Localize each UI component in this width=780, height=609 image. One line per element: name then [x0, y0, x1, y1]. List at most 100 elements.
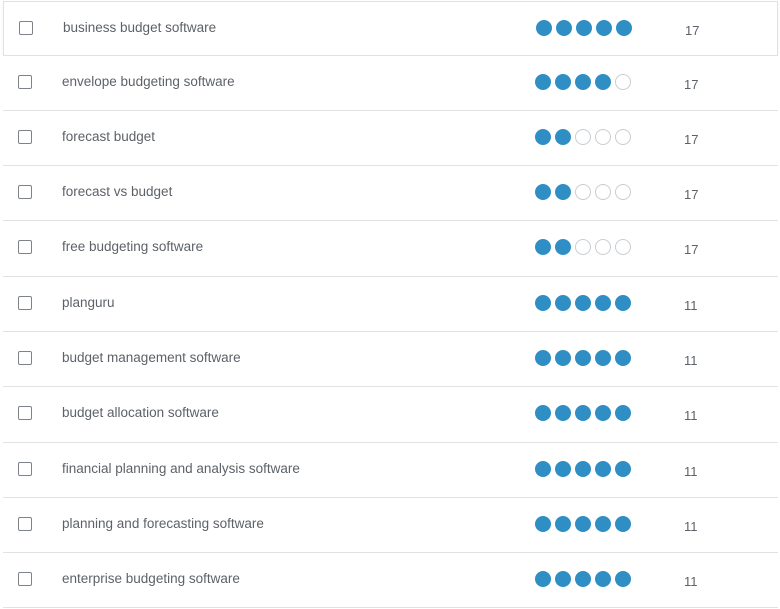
keyword-row[interactable]: budget allocation software 11 — [3, 386, 778, 441]
keyword-label[interactable]: financial planning and analysis software — [62, 461, 300, 476]
filled-dot-icon — [535, 74, 551, 90]
keyword-row[interactable]: financial planning and analysis software… — [3, 442, 778, 497]
keyword-label[interactable]: enterprise budgeting software — [62, 571, 240, 586]
empty-dot-icon — [615, 129, 631, 145]
keyword-list: business budget software 17 envelope budge… — [0, 0, 780, 609]
empty-dot-icon — [575, 184, 591, 200]
filled-dot-icon — [535, 461, 551, 477]
filled-dot-icon — [555, 129, 571, 145]
filled-dot-icon — [555, 516, 571, 532]
filled-dot-icon — [575, 571, 591, 587]
search-volume: 11 — [684, 353, 698, 368]
filled-dot-icon — [535, 350, 551, 366]
filled-dot-icon — [535, 405, 551, 421]
filled-dot-icon — [555, 74, 571, 90]
keyword-row[interactable]: free budgeting software 17 — [3, 220, 778, 275]
search-volume: 11 — [684, 574, 698, 589]
difficulty-rating — [535, 461, 631, 477]
empty-dot-icon — [615, 239, 631, 255]
keyword-label[interactable]: forecast vs budget — [62, 184, 172, 199]
filled-dot-icon — [595, 405, 611, 421]
difficulty-rating — [535, 405, 631, 421]
search-volume: 11 — [684, 298, 698, 313]
keyword-row[interactable]: envelope budgeting software 17 — [3, 55, 778, 110]
filled-dot-icon — [556, 20, 572, 36]
filled-dot-icon — [535, 184, 551, 200]
filled-dot-icon — [555, 295, 571, 311]
row-checkbox[interactable] — [18, 351, 32, 365]
filled-dot-icon — [555, 405, 571, 421]
empty-dot-icon — [575, 129, 591, 145]
keyword-row[interactable]: planguru 11 — [3, 276, 778, 331]
empty-dot-icon — [595, 184, 611, 200]
filled-dot-icon — [575, 350, 591, 366]
filled-dot-icon — [575, 295, 591, 311]
difficulty-rating — [535, 74, 631, 90]
empty-dot-icon — [615, 74, 631, 90]
filled-dot-icon — [615, 571, 631, 587]
row-checkbox[interactable] — [18, 462, 32, 476]
row-checkbox[interactable] — [18, 240, 32, 254]
filled-dot-icon — [596, 20, 612, 36]
row-checkbox[interactable] — [18, 130, 32, 144]
filled-dot-icon — [615, 295, 631, 311]
filled-dot-icon — [595, 571, 611, 587]
keyword-label[interactable]: business budget software — [63, 20, 216, 35]
keyword-label[interactable]: envelope budgeting software — [62, 74, 235, 89]
search-volume: 11 — [684, 464, 698, 479]
row-checkbox[interactable] — [18, 517, 32, 531]
filled-dot-icon — [615, 405, 631, 421]
difficulty-rating — [535, 295, 631, 311]
search-volume: 17 — [684, 132, 699, 147]
keyword-label[interactable]: free budgeting software — [62, 239, 203, 254]
difficulty-rating — [535, 129, 631, 145]
keyword-row[interactable]: planning and forecasting software 11 — [3, 497, 778, 552]
keyword-label[interactable]: forecast budget — [62, 129, 155, 144]
difficulty-rating — [536, 20, 632, 36]
filled-dot-icon — [575, 405, 591, 421]
filled-dot-icon — [615, 350, 631, 366]
filled-dot-icon — [595, 295, 611, 311]
row-checkbox[interactable] — [18, 75, 32, 89]
filled-dot-icon — [535, 516, 551, 532]
row-checkbox[interactable] — [19, 21, 33, 35]
filled-dot-icon — [595, 350, 611, 366]
difficulty-rating — [535, 239, 631, 255]
keyword-row[interactable]: forecast budget 17 — [3, 110, 778, 165]
filled-dot-icon — [595, 461, 611, 477]
search-volume: 17 — [684, 187, 699, 202]
filled-dot-icon — [555, 239, 571, 255]
filled-dot-icon — [535, 239, 551, 255]
keyword-row[interactable]: budget management software 11 — [3, 331, 778, 386]
empty-dot-icon — [595, 239, 611, 255]
filled-dot-icon — [555, 571, 571, 587]
search-volume: 11 — [684, 519, 698, 534]
row-checkbox[interactable] — [18, 185, 32, 199]
keyword-row[interactable]: forecast vs budget 17 — [3, 165, 778, 220]
keyword-row[interactable]: business budget software 17 — [3, 1, 778, 56]
filled-dot-icon — [535, 295, 551, 311]
difficulty-rating — [535, 350, 631, 366]
difficulty-rating — [535, 184, 631, 200]
filled-dot-icon — [555, 461, 571, 477]
keyword-label[interactable]: budget allocation software — [62, 405, 219, 420]
filled-dot-icon — [536, 20, 552, 36]
filled-dot-icon — [575, 461, 591, 477]
row-checkbox[interactable] — [18, 296, 32, 310]
empty-dot-icon — [595, 129, 611, 145]
row-checkbox[interactable] — [18, 572, 32, 586]
filled-dot-icon — [616, 20, 632, 36]
filled-dot-icon — [555, 350, 571, 366]
filled-dot-icon — [575, 74, 591, 90]
search-volume: 11 — [684, 408, 698, 423]
search-volume: 17 — [684, 77, 699, 92]
empty-dot-icon — [615, 184, 631, 200]
row-checkbox[interactable] — [18, 406, 32, 420]
keyword-label[interactable]: planning and forecasting software — [62, 516, 264, 531]
keyword-row[interactable]: enterprise budgeting software 11 — [3, 552, 778, 607]
keyword-label[interactable]: budget management software — [62, 350, 241, 365]
empty-dot-icon — [575, 239, 591, 255]
keyword-label[interactable]: planguru — [62, 295, 115, 310]
filled-dot-icon — [575, 516, 591, 532]
filled-dot-icon — [615, 516, 631, 532]
